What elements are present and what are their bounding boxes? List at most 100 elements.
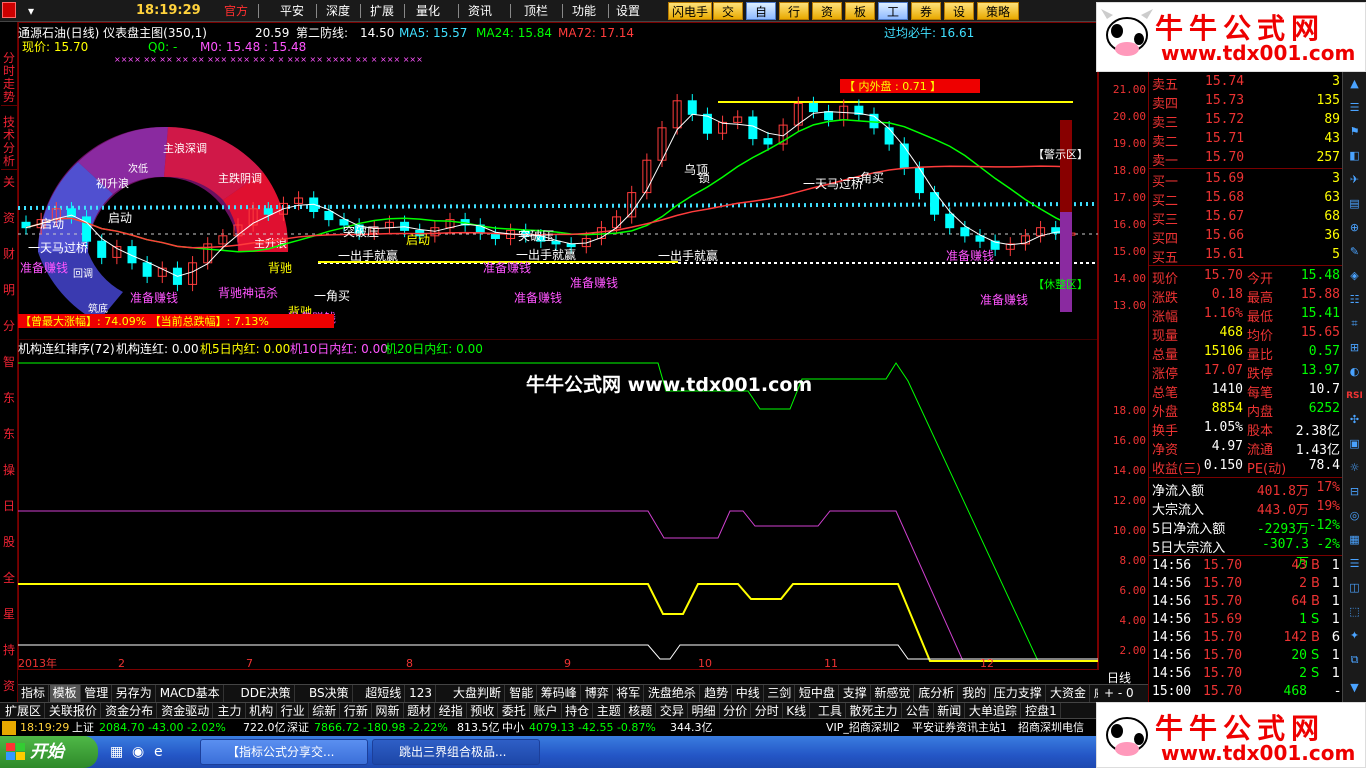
tool-icon-21[interactable]: ◫	[1346, 580, 1363, 596]
menu-item-function[interactable]: 功能	[568, 2, 600, 20]
tabs1-8[interactable]: 123	[406, 685, 436, 702]
news-button[interactable]: 资讯	[812, 2, 842, 37]
broker-button[interactable]: 券商	[911, 2, 941, 37]
tab-left-11[interactable]: 日	[1, 500, 17, 513]
tab-left-5[interactable]: 明	[1, 284, 17, 297]
tabs1-22[interactable]: 我的	[959, 685, 991, 702]
tool-icon-22[interactable]: ⬚	[1346, 604, 1363, 620]
task-button-2[interactable]: 跳出三界组合极品...	[372, 739, 540, 765]
menu-expand-icon[interactable]: ▾	[24, 2, 38, 20]
tabs1-1[interactable]: 模板	[49, 685, 81, 702]
tab-left-4[interactable]: 财	[1, 248, 17, 261]
tool-icon-18[interactable]: ◎	[1346, 508, 1363, 524]
tool-icon-3[interactable]: ◧	[1346, 148, 1363, 164]
zoom-controls[interactable]: + - 0	[1098, 684, 1148, 702]
tabs1-11[interactable]: 筹码峰	[538, 685, 581, 702]
menu-item-settings[interactable]: 设置	[612, 2, 644, 20]
tab-left-3[interactable]: 资	[1, 212, 17, 225]
tab-left-10[interactable]: 操	[1, 464, 17, 477]
tab-left-13[interactable]: 全	[1, 572, 17, 585]
tab-left-15[interactable]: 持	[1, 644, 17, 657]
server-2[interactable]: 平安证券资讯主站1	[912, 720, 1007, 736]
menu-item-news[interactable]: 资讯	[464, 2, 496, 20]
tab-left-6[interactable]: 分	[1, 320, 17, 333]
tabs1-19[interactable]: 支撑	[840, 685, 871, 702]
scroll-down-icon[interactable]: ▼	[1346, 680, 1363, 696]
menu-item-quant[interactable]: 量化	[412, 2, 444, 20]
tabs1-7[interactable]: 超短线	[362, 685, 406, 702]
server-3[interactable]: 招商深圳电信	[1018, 720, 1084, 736]
tool-icon-8[interactable]: ◈	[1346, 268, 1363, 284]
vip-server[interactable]: VIP_招商深圳2	[826, 720, 900, 736]
tool-icon-1[interactable]: ☰	[1346, 100, 1363, 116]
tab-left-8[interactable]: 东	[1, 392, 17, 405]
tab-left-12[interactable]: 股	[1, 536, 17, 549]
tool-icon-20[interactable]: ☰	[1346, 556, 1363, 572]
tool-icon-15[interactable]: ▣	[1346, 436, 1363, 452]
tool-icon-9[interactable]: ☷	[1346, 292, 1363, 308]
board-index-button[interactable]: 板指	[845, 2, 875, 37]
tab-technical[interactable]: 技术分析	[1, 116, 17, 170]
tab-left-14[interactable]: 星	[1, 608, 17, 621]
tabs1-15[interactable]: 趋势	[701, 685, 733, 702]
trade-button[interactable]: 交易	[713, 2, 743, 37]
tabs1-12[interactable]: 博弈	[582, 685, 613, 702]
institutional-indicator-chart[interactable]: 机构连红排序(72) 机构连红: 0.00 机5日内红: 0.00 机10日内红…	[18, 341, 1098, 669]
strategy-pool-button[interactable]: 策略池	[977, 2, 1019, 37]
tool-icon-2[interactable]: ⚑	[1346, 124, 1363, 140]
tabs1-9[interactable]: 大盘判断	[450, 685, 506, 702]
tabs1-14[interactable]: 洗盘绝杀	[645, 685, 700, 702]
tab-left-2[interactable]: 关	[1, 176, 17, 189]
tabs1-4[interactable]: MACD基本	[157, 685, 224, 702]
scroll-up-icon[interactable]: ▲	[1346, 76, 1363, 92]
tabs1-23[interactable]: 压力支撑	[991, 685, 1046, 702]
tool-icon-11[interactable]: ⊞	[1346, 340, 1363, 356]
quicklaunch-icon-2[interactable]: ◉	[132, 744, 148, 760]
menu-official[interactable]: 官方	[220, 2, 252, 20]
menu-item-ping-an[interactable]: 平安	[276, 2, 308, 20]
tabs1-13[interactable]: 将军	[613, 685, 645, 702]
tools-button[interactable]: 工具	[878, 2, 908, 37]
tab-left-9[interactable]: 东	[1, 428, 17, 441]
tabs1-5[interactable]: DDE决策	[238, 685, 295, 702]
tool-icon-7[interactable]: ✎	[1346, 244, 1363, 260]
tool-icon-24[interactable]: ⧉	[1346, 652, 1363, 668]
tab-left-16[interactable]: 资	[1, 680, 17, 693]
tab-left-7[interactable]: 智	[1, 356, 17, 369]
tool-icon-14[interactable]: ✣	[1346, 412, 1363, 428]
quicklaunch-icon-1[interactable]: ▦	[110, 744, 126, 760]
tabs1-16[interactable]: 中线	[733, 685, 764, 702]
tool-icon-17[interactable]: ⊟	[1346, 484, 1363, 500]
tool-icon-12[interactable]: ◐	[1346, 364, 1363, 380]
tabs1-10[interactable]: 智能	[506, 685, 538, 702]
tabs1-18[interactable]: 短中盘	[796, 685, 839, 702]
tabs1-24[interactable]: 大资金	[1047, 685, 1091, 702]
tool-icon-16[interactable]: ☼	[1346, 460, 1363, 476]
menu-item-depth[interactable]: 深度	[322, 2, 354, 20]
app-icon[interactable]	[2, 2, 16, 18]
tabs1-17[interactable]: 三剑	[764, 685, 796, 702]
tool-icon-4[interactable]: ✈	[1346, 172, 1363, 188]
tabs1-3[interactable]: 另存为	[113, 685, 156, 702]
quotes-button[interactable]: 行情	[779, 2, 809, 37]
menu-item-topbar[interactable]: 顶栏	[520, 2, 552, 20]
tool-icon-6[interactable]: ⊕	[1346, 220, 1363, 236]
tabs1-21[interactable]: 底分析	[915, 685, 959, 702]
menu-item-extend[interactable]: 扩展	[366, 2, 398, 20]
lightning-trade-button[interactable]: 闪电手	[668, 2, 712, 20]
ie-icon[interactable]: e	[154, 744, 170, 760]
tool-icon-23[interactable]: ✦	[1346, 628, 1363, 644]
settings-button[interactable]: 设置	[944, 2, 974, 37]
tabs1-20[interactable]: 新感觉	[871, 685, 915, 702]
tabs1-0[interactable]: 指标	[18, 685, 50, 702]
watchlist-button[interactable]: 自选	[746, 2, 776, 37]
main-kline-chart[interactable]: 初升浪 主浪深调 主跌阴调 主升浪 次低 回调 筑底 通源石油(日线) 仪表盘主…	[18, 22, 1098, 340]
tabs1-2[interactable]: 管理	[81, 685, 113, 702]
task-button-1[interactable]: 【指标公式分享交...	[200, 739, 368, 765]
tab-intraday[interactable]: 分时走势	[1, 52, 17, 106]
rsi-icon[interactable]: RSI	[1346, 388, 1363, 404]
tool-icon-10[interactable]: ⌗	[1346, 316, 1363, 332]
tabs1-6[interactable]: BS决策	[306, 685, 353, 702]
tool-icon-19[interactable]: ▦	[1346, 532, 1363, 548]
tool-icon-5[interactable]: ▤	[1346, 196, 1363, 212]
